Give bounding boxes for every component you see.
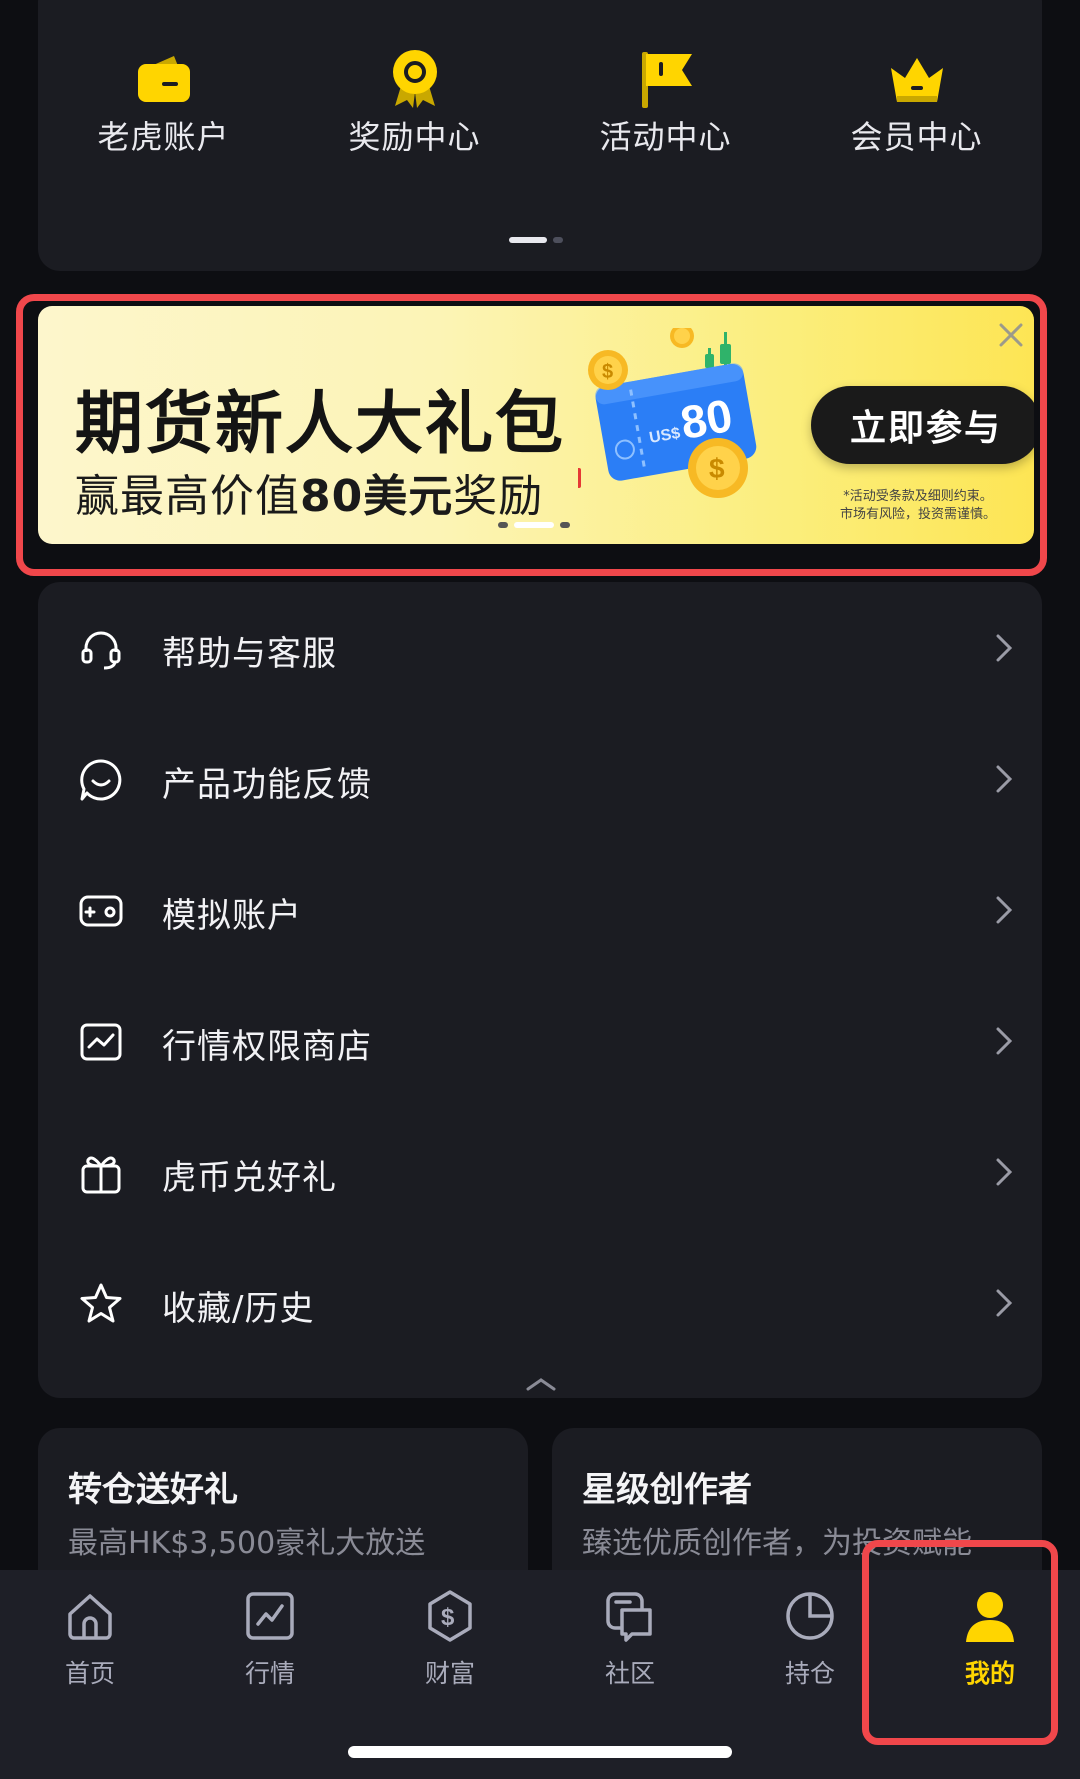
quick-action-label: 会员中心 <box>850 118 983 156</box>
medal-icon <box>392 50 437 108</box>
banner-disclaimer: *活动受条款及细则约束。 市场有风险，投资需谨慎。 <box>828 488 1008 524</box>
menu-item-tiger-coin-gifts[interactable]: 虎币兑好礼 <box>38 1106 1042 1237</box>
chevron-right-icon <box>996 634 1013 662</box>
tab-me-highlight-outline <box>862 1540 1058 1745</box>
menu-item-favorites-history[interactable]: 收藏/历史 <box>38 1237 1042 1368</box>
headset-icon <box>81 631 121 670</box>
chevron-up-icon[interactable] <box>525 1377 557 1391</box>
menu-item-label: 收藏/历史 <box>162 1289 315 1329</box>
pager-dot <box>560 522 570 528</box>
banner-pager <box>498 522 570 528</box>
futures-promo-banner[interactable]: 期货新人大礼包 赢最高价值80美元奖励 US$ 80 $ $ 立即参与 *活动受… <box>38 306 1034 544</box>
tab-wealth[interactable]: $ 财富 <box>360 1570 540 1730</box>
menu-item-product-feedback[interactable]: 产品功能反馈 <box>38 713 1042 844</box>
banner-subtitle-prefix: 赢最高价值 <box>75 471 300 522</box>
menu-item-label: 产品功能反馈 <box>162 765 372 805</box>
star-icon <box>80 1283 122 1323</box>
menu-item-label: 行情权限商店 <box>162 1027 372 1067</box>
home-icon <box>68 1594 112 1640</box>
menu-item-simulated-account[interactable]: 模拟账户 <box>38 844 1042 975</box>
tab-label: 社区 <box>604 1659 655 1688</box>
community-icon <box>606 1592 652 1642</box>
tab-community[interactable]: 社区 <box>540 1570 720 1730</box>
quick-actions-pager <box>509 237 563 243</box>
pager-dot-active <box>509 237 547 243</box>
banner-title: 期货新人大礼包 <box>75 385 566 464</box>
pager-dot <box>553 237 563 243</box>
quick-action-label: 活动中心 <box>599 118 732 156</box>
banner-subtitle-amount: 80美元 <box>300 471 454 522</box>
quick-actions-card: 老虎账户 奖励中心 活动中心 会员中心 <box>38 0 1042 271</box>
crown-icon <box>890 58 943 102</box>
tab-label: 首页 <box>64 1659 115 1688</box>
quick-action-activity-center[interactable]: 活动中心 <box>540 0 791 180</box>
menu-item-label: 虎币兑好礼 <box>162 1158 337 1198</box>
chart-store-icon <box>80 1023 122 1061</box>
feedback-smile-icon <box>80 759 122 801</box>
chevron-right-icon <box>996 1027 1013 1055</box>
quick-action-tiger-account[interactable]: 老虎账户 <box>38 0 289 180</box>
pager-dot <box>498 522 508 528</box>
chevron-right-icon <box>996 765 1013 793</box>
dollar-shield-icon: $ <box>428 1590 472 1642</box>
ticket-coins-illustration: US$ 80 $ $ <box>578 328 757 498</box>
close-icon[interactable] <box>996 320 1026 350</box>
svg-text:$: $ <box>709 453 725 484</box>
quick-action-reward-center[interactable]: 奖励中心 <box>289 0 540 180</box>
wallet-icon <box>137 56 190 102</box>
banner-subtitle: 赢最高价值80美元奖励 <box>75 460 543 524</box>
chevron-right-icon <box>996 896 1013 924</box>
menu-item-market-data-store[interactable]: 行情权限商店 <box>38 975 1042 1106</box>
join-now-button[interactable]: 立即参与 <box>811 386 1034 464</box>
flag-icon <box>641 52 692 108</box>
pie-chart-icon <box>786 1592 834 1640</box>
gift-icon <box>81 1156 121 1194</box>
disclaimer-line: *活动受条款及细则约束。 <box>843 489 993 504</box>
tab-label: 财富 <box>424 1659 475 1688</box>
promo-subtitle: 最高HK$3,500豪礼大放送 <box>68 1526 426 1561</box>
pager-dot-active <box>514 522 554 528</box>
tab-market[interactable]: 行情 <box>180 1570 360 1730</box>
quick-action-label: 奖励中心 <box>348 118 481 156</box>
menu-item-label: 模拟账户 <box>162 896 302 936</box>
market-chart-icon <box>246 1592 294 1640</box>
svg-text:$: $ <box>602 361 613 383</box>
tab-home[interactable]: 首页 <box>0 1570 180 1730</box>
quick-action-label: 老虎账户 <box>97 118 230 156</box>
banner-subtitle-suffix: 奖励 <box>453 471 544 522</box>
svg-text:$: $ <box>441 1604 455 1631</box>
chevron-right-icon <box>996 1158 1013 1186</box>
settings-menu-card: 帮助与客服 产品功能反馈 模拟账户 行情权限商店 虎币兑好礼 收藏/历史 <box>38 582 1042 1398</box>
home-indicator[interactable] <box>348 1746 732 1758</box>
disclaimer-line: 市场有风险，投资需谨慎。 <box>839 507 996 522</box>
menu-item-label: 帮助与客服 <box>162 634 337 674</box>
chevron-right-icon <box>996 1289 1013 1317</box>
promo-title: 转仓送好礼 <box>68 1470 238 1510</box>
quick-action-member-center[interactable]: 会员中心 <box>791 0 1042 180</box>
menu-item-help-support[interactable]: 帮助与客服 <box>38 582 1042 713</box>
tab-label: 行情 <box>244 1659 295 1688</box>
gamepad-icon <box>79 895 123 927</box>
promo-title: 星级创作者 <box>582 1470 752 1510</box>
